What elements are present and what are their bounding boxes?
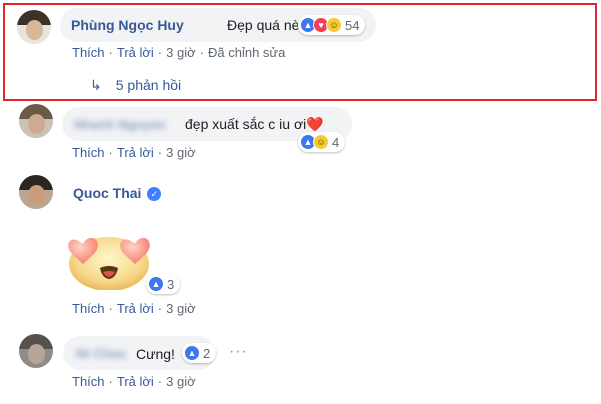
reaction-summary[interactable]: ▲ 2: [182, 343, 217, 363]
separator-dot: ·: [157, 45, 163, 60]
like-reaction-icon: ▲: [184, 345, 200, 361]
view-replies-link[interactable]: ↳ 5 phản hồi: [90, 77, 181, 94]
separator-dot: ·: [108, 145, 113, 160]
separator-dot: ·: [157, 145, 163, 160]
like-link[interactable]: Thích: [72, 374, 105, 389]
like-link[interactable]: Thích: [72, 45, 105, 60]
comment-author[interactable]: Phùng Ngọc Huy: [71, 17, 184, 33]
avatar[interactable]: [17, 10, 51, 44]
reply-link[interactable]: Trả lời: [117, 374, 154, 389]
reply-arrow-icon: ↳: [90, 77, 102, 93]
separator-dot: ·: [157, 374, 163, 389]
timestamp[interactable]: 3 giờ: [166, 45, 196, 60]
verified-badge-icon: ✓: [147, 187, 162, 201]
separator-dot: ·: [108, 301, 113, 316]
reaction-count: 54: [345, 17, 360, 33]
timestamp[interactable]: 3 giờ: [166, 301, 196, 316]
comment-text: Cưng!: [136, 346, 175, 362]
separator-dot: ·: [157, 301, 163, 316]
haha-reaction-icon: ☺: [313, 134, 329, 150]
reaction-count: 3: [167, 276, 175, 292]
reaction-count: 2: [203, 345, 211, 361]
like-reaction-icon: ▲: [148, 276, 164, 292]
comment-actions: Thích · Trả lời · 3 giờ: [72, 145, 196, 160]
like-link[interactable]: Thích: [72, 301, 105, 316]
comment-actions: Thích · Trả lời · 3 giờ · Đã chỉnh sửa: [72, 45, 285, 60]
haha-reaction-icon: ☺: [326, 17, 342, 33]
reaction-count: 4: [332, 134, 340, 150]
replies-count: 5 phản hồi: [115, 77, 182, 93]
separator-dot: ·: [108, 45, 113, 60]
separator-dot: ·: [199, 45, 204, 60]
avatar[interactable]: [19, 334, 53, 368]
edited-label[interactable]: Đã chỉnh sửa: [208, 45, 285, 60]
comment-text: đẹp xuất sắc c iu ơi❤️: [185, 116, 324, 132]
comment-author[interactable]: Nhanh Nguyen: [74, 117, 166, 132]
timestamp[interactable]: 3 giờ: [166, 374, 196, 389]
separator-dot: ·: [108, 374, 113, 389]
comment-author[interactable]: Nt Chau: [76, 346, 126, 361]
more-options-icon[interactable]: ···: [229, 343, 248, 361]
like-link[interactable]: Thích: [72, 145, 105, 160]
reply-link[interactable]: Trả lời: [117, 45, 154, 60]
reaction-summary[interactable]: ▲ 3: [146, 274, 181, 294]
heart-eyes-emoji-icon: [68, 237, 150, 290]
avatar[interactable]: [19, 104, 53, 138]
reaction-summary[interactable]: ▲ ☺ 4: [298, 132, 346, 152]
reply-link[interactable]: Trả lời: [117, 301, 154, 316]
reaction-summary[interactable]: ▲ ♥ ☺ 54: [298, 15, 366, 35]
avatar[interactable]: [19, 175, 53, 209]
comment-actions: Thích · Trả lời · 3 giờ: [72, 374, 196, 389]
comment-actions: Thích · Trả lời · 3 giờ: [72, 301, 196, 316]
comment-author[interactable]: Quoc Thai ✓: [73, 185, 162, 201]
timestamp[interactable]: 3 giờ: [166, 145, 196, 160]
heart-emoji: ❤️: [306, 116, 324, 132]
reply-link[interactable]: Trả lời: [117, 145, 154, 160]
